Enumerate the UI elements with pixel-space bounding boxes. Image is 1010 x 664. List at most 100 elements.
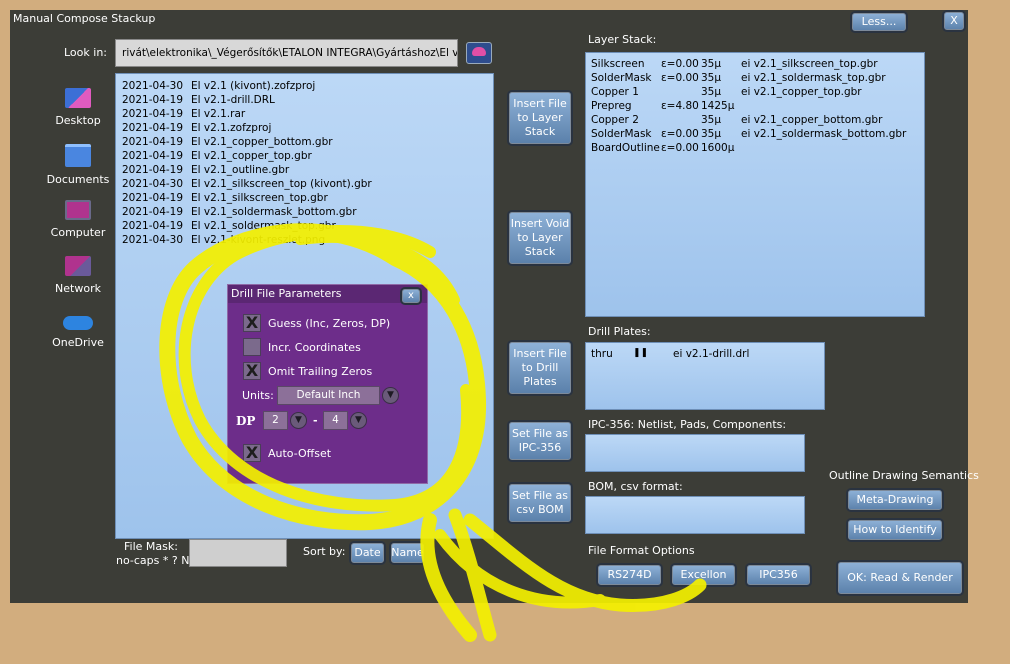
ok-read-render-button[interactable]: OK: Read & Render (836, 560, 964, 596)
set-bom-button[interactable]: Set File as csv BOM (507, 482, 573, 524)
sort-date-button[interactable]: Date (349, 541, 386, 565)
layer-thick: 1425μ (701, 100, 735, 112)
file-date: 2021-04-19 (122, 108, 184, 120)
layer-stack-list[interactable]: Silkscreen ε=0.00 35μ ei v2.1_silkscreen_to… (585, 52, 925, 317)
close-button[interactable]: X (942, 10, 966, 32)
place-desktop[interactable]: Desktop (32, 88, 124, 127)
dp-integer-dropdown-icon[interactable]: ▼ (290, 412, 307, 429)
file-row[interactable]: 2021-04-19 El v2.1_soldermask_bottom.gbr (122, 206, 357, 218)
file-name: El v2.1_copper_top.gbr (191, 150, 312, 162)
layer-file: ei v2.1_copper_top.gbr (741, 86, 862, 98)
layer-row[interactable]: BoardOutline ε=0.00 1600μ (591, 142, 921, 156)
dialog-title: Drill File Parameters (231, 287, 342, 300)
rs274d-button[interactable]: RS274D (596, 563, 663, 587)
desktop-icon (65, 88, 91, 108)
file-row[interactable]: 2021-04-19 El v2.1_soldermask_top.gbr (122, 220, 336, 232)
window-title: Manual Compose Stackup (13, 12, 156, 25)
drill-plates-list[interactable]: thru ❚❚ ei v2.1-drill.drl (585, 342, 825, 410)
place-label: Documents (46, 173, 110, 186)
dp-integer-select[interactable]: 2 (263, 411, 288, 430)
layer-eps: ε=0.00 (661, 58, 699, 70)
place-computer[interactable]: Computer (32, 200, 124, 239)
file-row[interactable]: 2021-04-19 El v2.1_outline.gbr (122, 164, 289, 176)
dp-decimal-dropdown-icon[interactable]: ▼ (350, 412, 367, 429)
file-mask-input[interactable] (189, 539, 287, 567)
drill-file-parameters-dialog: Drill File Parameters x X Guess (Inc, Ze… (227, 284, 428, 484)
file-row[interactable]: 2021-04-19 El v2.1.zofzproj (122, 122, 271, 134)
layer-row[interactable]: Copper 2 35μ ei v2.1_copper_bottom.gbr (591, 114, 921, 128)
outline-semantics-label: Outline Drawing Semantics (829, 469, 979, 482)
ipc-field[interactable] (585, 434, 805, 472)
folder-up-button[interactable] (466, 42, 492, 64)
guess-label: Guess (Inc, Zeros, DP) (268, 317, 391, 330)
dp-separator: - (313, 414, 318, 427)
file-date: 2021-04-19 (122, 150, 184, 162)
layer-file: ei v2.1_soldermask_bottom.gbr (741, 128, 907, 140)
file-row[interactable]: 2021-04-19 El v2.1-drill.DRL (122, 94, 275, 106)
dp-decimal-select[interactable]: 4 (323, 411, 348, 430)
file-name: El v2.1_outline.gbr (191, 164, 290, 176)
layer-name: SolderMask (591, 72, 652, 84)
guess-checkbox[interactable]: X (243, 314, 261, 332)
file-row[interactable]: 2021-04-19 El v2.1_copper_top.gbr (122, 150, 312, 162)
file-date: 2021-04-19 (122, 122, 184, 134)
file-date: 2021-04-19 (122, 192, 184, 204)
compose-stackup-window: Manual Compose Stackup Less... X Look in… (10, 10, 979, 603)
bom-field[interactable] (585, 496, 805, 534)
auto-offset-checkbox[interactable]: X (243, 444, 261, 462)
omit-zeros-checkbox[interactable]: X (243, 362, 261, 380)
units-dropdown-icon[interactable]: ▼ (382, 387, 399, 404)
file-name: El v2.1_soldermask_top.gbr (191, 220, 336, 232)
documents-icon (65, 144, 91, 167)
file-name: El v2.1_silkscreen_top (kivont).gbr (191, 178, 372, 190)
sort-name-button[interactable]: Name (389, 541, 426, 565)
file-date: 2021-04-30 (122, 80, 184, 92)
file-row[interactable]: 2021-04-30 El v2.1 (kivont).zofzproj (122, 80, 315, 92)
file-row[interactable]: 2021-04-30 El v2.1_silkscreen_top (kivont… (122, 178, 372, 190)
layer-file: ei v2.1_soldermask_top.gbr (741, 72, 886, 84)
file-row[interactable]: 2021-04-19 El v2.1.rar (122, 108, 245, 120)
file-date: 2021-04-30 (122, 178, 184, 190)
layer-eps: ε=0.00 (661, 142, 699, 154)
file-date: 2021-04-19 (122, 94, 184, 106)
less-button[interactable]: Less... (850, 11, 908, 33)
file-row[interactable]: 2021-04-19 El v2.1_copper_bottom.gbr (122, 136, 333, 148)
look-in-path[interactable]: rivát\elektronika\_Végerősítők\ETALON IN… (115, 39, 458, 67)
layer-thick: 35μ (701, 58, 722, 70)
bom-label: BOM, csv format: (588, 480, 683, 493)
layer-row[interactable]: Silkscreen ε=0.00 35μ ei v2.1_silkscreen_to… (591, 58, 921, 72)
place-documents[interactable]: Documents (32, 144, 124, 186)
file-date: 2021-04-19 (122, 136, 184, 148)
layer-row[interactable]: Copper 1 35μ ei v2.1_copper_top.gbr (591, 86, 921, 100)
file-date: 2021-04-19 (122, 220, 184, 232)
omit-zeros-label: Omit Trailing Zeros (268, 365, 373, 378)
layer-thick: 35μ (701, 114, 722, 126)
set-ipc-button[interactable]: Set File as IPC-356 (507, 420, 573, 462)
layer-thick: 35μ (701, 128, 722, 140)
file-name: El v2.1.zofzproj (191, 122, 272, 134)
layer-row[interactable]: Prepreg ε=4.80 1425μ (591, 100, 921, 114)
file-date: 2021-04-19 (122, 164, 184, 176)
excellon-button[interactable]: Excellon (670, 563, 737, 587)
ipc356-button[interactable]: IPC356 (745, 563, 812, 587)
layer-row[interactable]: SolderMask ε=0.00 35μ ei v2.1_soldermask_bo… (591, 128, 921, 142)
dialog-close-button[interactable]: x (400, 287, 422, 305)
layer-row[interactable]: SolderMask ε=0.00 35μ ei v2.1_soldermask_to… (591, 72, 921, 86)
place-label: Computer (50, 226, 106, 239)
insert-drill-button[interactable]: Insert File to Drill Plates (507, 340, 573, 396)
insert-file-layer-button[interactable]: Insert File to Layer Stack (507, 90, 573, 146)
layer-name: Copper 1 (591, 86, 639, 98)
ipc-label: IPC-356: Netlist, Pads, Components: (588, 418, 787, 431)
units-select[interactable]: Default Inch (277, 386, 380, 405)
place-network[interactable]: Network (32, 256, 124, 295)
place-onedrive[interactable]: OneDrive (32, 312, 124, 349)
incr-coordinates-checkbox[interactable] (243, 338, 261, 356)
meta-drawing-button[interactable]: Meta-Drawing (846, 488, 944, 512)
layer-file: ei v2.1_silkscreen_top.gbr (741, 58, 878, 70)
insert-void-button[interactable]: Insert Void to Layer Stack (507, 210, 573, 266)
file-row[interactable]: 2021-04-30 El v2.1-kivont-reszlet.png (122, 234, 325, 246)
file-row[interactable]: 2021-04-19 El v2.1_silkscreen_top.gbr (122, 192, 328, 204)
how-to-identify-button[interactable]: How to Identify (846, 518, 944, 542)
file-name: El v2.1_soldermask_bottom.gbr (191, 206, 357, 218)
place-label: Desktop (55, 114, 101, 127)
